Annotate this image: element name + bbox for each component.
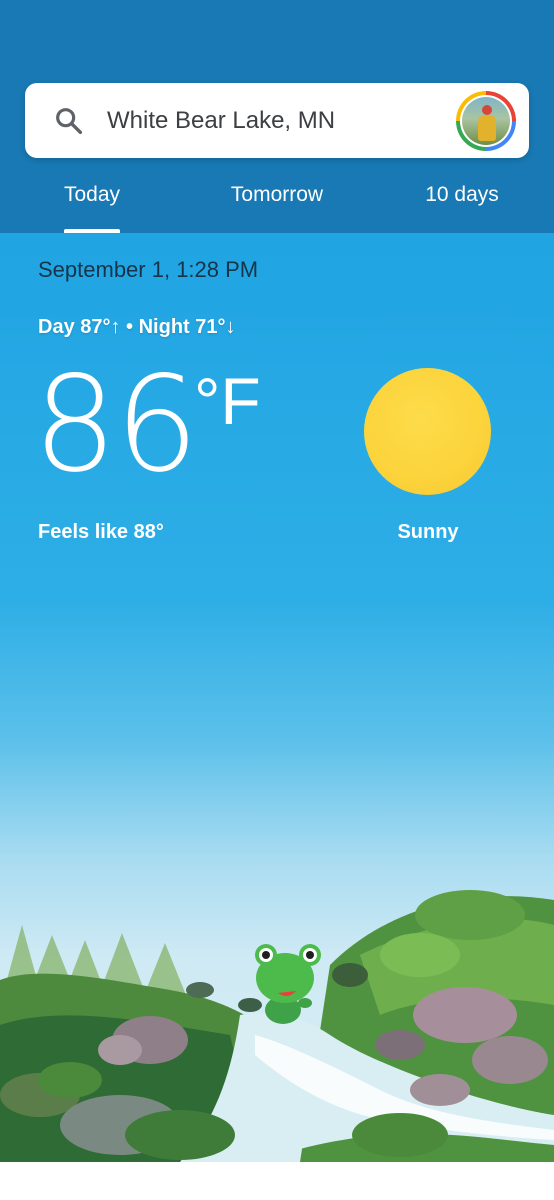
- frog-mascot: [255, 944, 321, 1024]
- search-location-text[interactable]: White Bear Lake, MN: [107, 105, 335, 137]
- avatar-photo: [462, 97, 510, 145]
- forecast-tabs: Today Tomorrow 10 days: [0, 165, 554, 233]
- feels-like: Feels like 88°: [38, 521, 164, 543]
- account-avatar[interactable]: [456, 91, 516, 151]
- weather-background: White Bear Lake, MN Today Tomorrow 10 da…: [0, 0, 554, 1162]
- tab-today[interactable]: Today: [40, 165, 144, 227]
- sun-icon: [364, 368, 491, 495]
- current-temperature: 86: [33, 348, 199, 502]
- date-time: September 1, 1:28 PM: [38, 257, 259, 282]
- search-icon[interactable]: [53, 105, 85, 137]
- day-night-temps: Day 87°↑ • Night 71°↓: [38, 316, 236, 338]
- weather-condition: Sunny: [397, 521, 459, 543]
- header-bar: White Bear Lake, MN Today Tomorrow 10 da…: [0, 0, 554, 233]
- landscape-illustration: [0, 890, 554, 1162]
- search-bar[interactable]: White Bear Lake, MN: [25, 83, 529, 158]
- tab-selected-indicator: [64, 229, 120, 233]
- tab-tomorrow[interactable]: Tomorrow: [205, 165, 349, 227]
- bottom-strip: [0, 1162, 554, 1200]
- tab-10-days[interactable]: 10 days: [410, 165, 514, 227]
- temperature-unit: °F: [194, 364, 261, 438]
